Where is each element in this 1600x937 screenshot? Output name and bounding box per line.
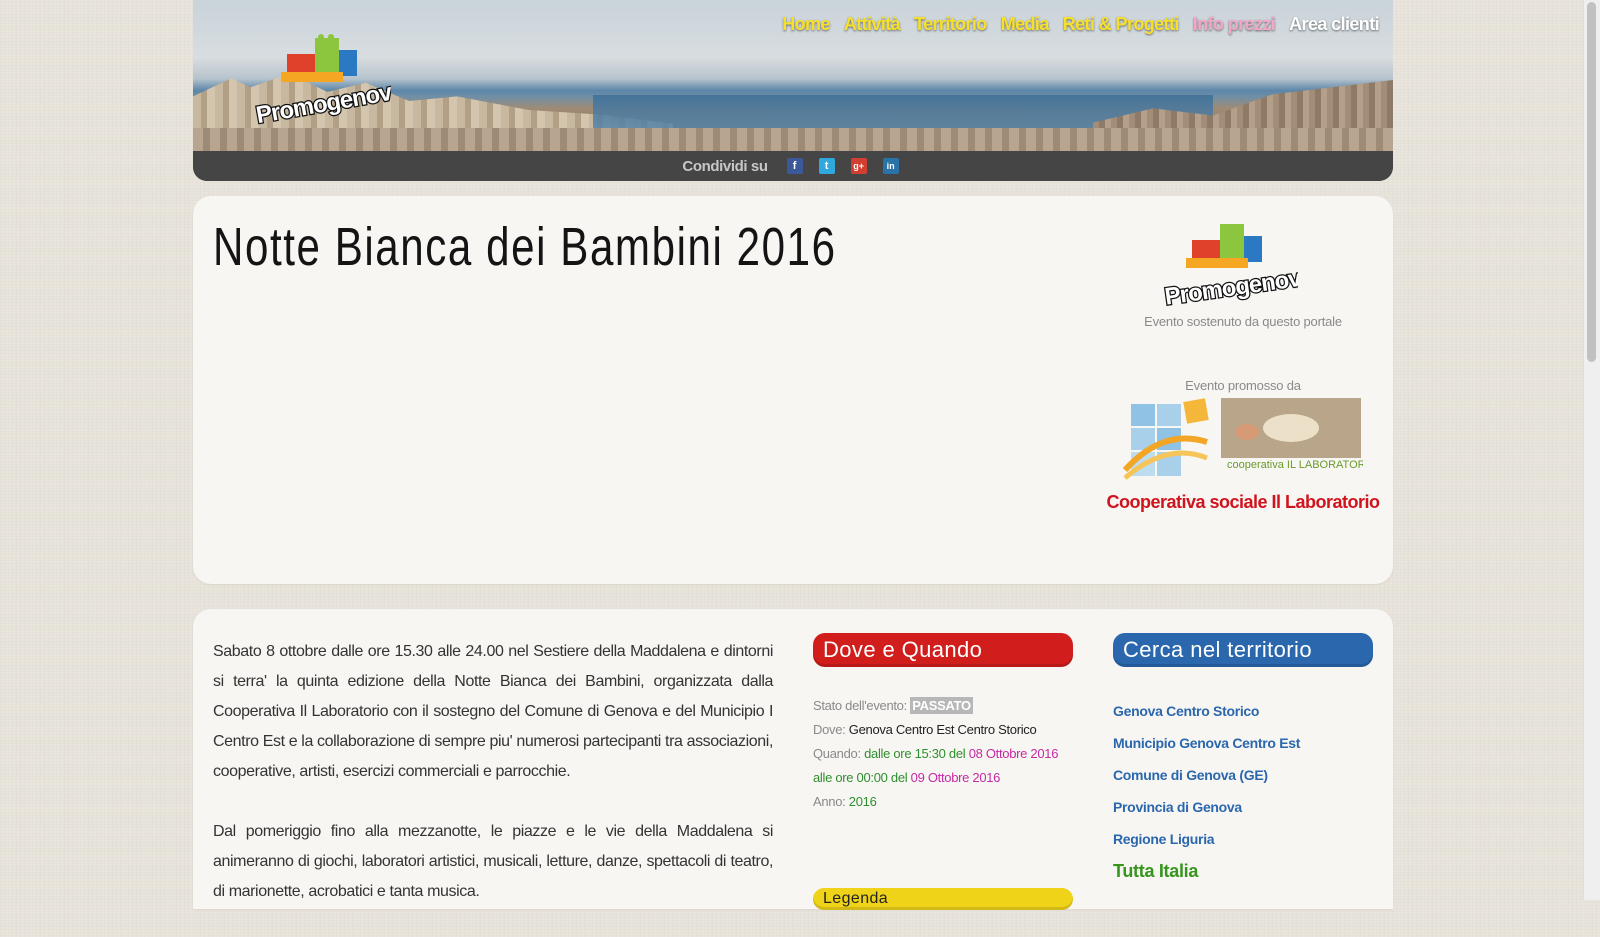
status-row: Stato dell'evento: PASSATO — [813, 694, 1078, 718]
year-value: 2016 — [848, 794, 877, 809]
event-details-card: Sabato 8 ottobre dalle ore 15.30 alle 24… — [193, 609, 1393, 910]
linkedin-icon[interactable]: in — [882, 158, 899, 174]
when-end-time: alle ore 00:00 del — [813, 770, 908, 785]
year-row: Anno: 2016 — [813, 790, 1078, 814]
territory-link[interactable]: Genova Centro Storico — [1113, 695, 1373, 727]
territory-link[interactable]: Municipio Genova Centro Est — [1113, 727, 1373, 759]
when-end-date: 09 Ottobre 2016 — [910, 770, 1001, 785]
nav-attivita[interactable]: Attività — [844, 14, 901, 35]
promoter-link[interactable]: Cooperativa sociale Il Laboratorio — [1093, 492, 1393, 513]
share-label: Condividi su — [682, 157, 768, 175]
status-badge: PASSATO — [910, 697, 973, 714]
nav-info-prezzi[interactable]: Info prezzi — [1193, 14, 1276, 35]
description-paragraph: Sabato 8 ottobre dalle ore 15.30 alle 24… — [213, 643, 773, 780]
page-title: Notte Bianca dei Bambini 2016 — [213, 217, 837, 277]
share-bar: Condividi su f t g+ in — [193, 151, 1393, 181]
where-value: Genova Centro Est Centro Storico — [848, 722, 1037, 737]
description-paragraph: Dal pomeriggio fino alla mezzanotte, le … — [213, 823, 773, 900]
dove-quando-details: Stato dell'evento: PASSATO Dove: Genova … — [813, 694, 1078, 814]
when-start-time: dalle ore 15:30 del — [864, 746, 966, 761]
legenda-heading: Legenda — [813, 888, 1073, 910]
promogenova-sidebar-logo[interactable]: Promogenova.it — [1158, 222, 1298, 312]
event-description: Sabato 8 ottobre dalle ore 15.30 alle 24… — [213, 637, 773, 937]
google-plus-icon[interactable]: g+ — [850, 158, 867, 174]
where-row: Dove: Genova Centro Est Centro Storico — [813, 718, 1078, 742]
when-start-date: 08 Ottobre 2016 — [968, 746, 1059, 761]
territory-links: Genova Centro Storico Municipio Genova C… — [1113, 695, 1373, 887]
nav-home[interactable]: Home — [782, 14, 830, 35]
event-header-card: Notte Bianca dei Bambini 2016 Promogenov… — [193, 196, 1393, 584]
territory-link[interactable]: Comune di Genova (GE) — [1113, 759, 1373, 791]
when-label: Quando: — [813, 746, 861, 761]
when-row: Quando: dalle ore 15:30 del 08 Ottobre 2… — [813, 742, 1078, 790]
sustained-caption: Evento sostenuto da questo portale — [1144, 314, 1342, 329]
territory-link[interactable]: Tutta Italia — [1113, 855, 1373, 887]
territory-link[interactable]: Regione Liguria — [1113, 823, 1373, 855]
year-label: Anno: — [813, 794, 846, 809]
site-header: Promogenova.it Home Attività Territorio … — [193, 0, 1393, 181]
cerca-territorio-heading: Cerca nel territorio — [1113, 633, 1373, 667]
facebook-icon[interactable]: f — [786, 158, 803, 174]
main-navigation: Home Attività Territorio Media Reti & Pr… — [782, 14, 1379, 35]
cooperativa-laboratorio-logo[interactable]: cooperativa IL LABORATORIO — [1123, 398, 1363, 486]
promogenova-logo[interactable]: Promogenova.it — [251, 32, 391, 132]
scrollbar-thumb[interactable] — [1587, 2, 1596, 362]
nav-media[interactable]: Media — [1001, 14, 1050, 35]
nav-territorio[interactable]: Territorio — [914, 14, 987, 35]
svg-text:Promogenova.it: Promogenova.it — [1163, 261, 1298, 311]
where-label: Dove: — [813, 722, 846, 737]
dove-quando-heading: Dove e Quando — [813, 633, 1073, 667]
page-scrollbar[interactable] — [1583, 0, 1600, 900]
nav-reti-progetti[interactable]: Reti & Progetti — [1063, 14, 1180, 35]
svg-text:cooperativa IL LABORATORIO: cooperativa IL LABORATORIO — [1227, 459, 1363, 471]
nav-area-clienti[interactable]: Area clienti — [1289, 14, 1379, 35]
twitter-icon[interactable]: t — [818, 158, 835, 174]
promoted-caption: Evento promosso da — [1185, 378, 1301, 393]
status-label: Stato dell'evento: — [813, 698, 907, 713]
territory-link[interactable]: Provincia di Genova — [1113, 791, 1373, 823]
